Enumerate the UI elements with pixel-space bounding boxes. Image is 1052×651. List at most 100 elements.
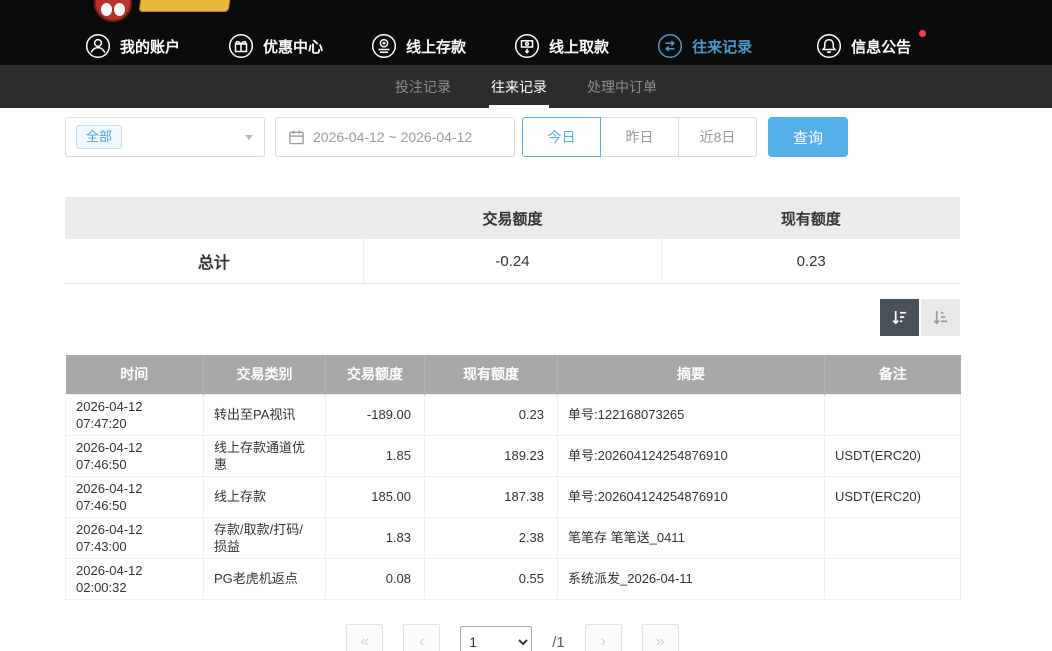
time-cell: 2026-04-12 07:43:00 — [66, 517, 204, 558]
amount-cell: 185.00 — [326, 476, 425, 517]
category-cell: 存款/取款/打码/损益 — [204, 517, 326, 558]
records-table-head: 时间 交易类别 交易额度 现有额度 摘要 备注 — [66, 355, 961, 394]
brand-logo[interactable] — [94, 0, 244, 26]
last-8-days-button[interactable]: 近8日 — [678, 117, 757, 157]
summary-cell: 系统派发_2026-04-11 — [558, 558, 825, 599]
category-cell: 转出至PA视讯 — [204, 394, 326, 435]
table-row: 2026-04-12 02:00:32 PG老虎机返点 0.08 0.55 系统… — [66, 558, 961, 599]
sort-descending-icon — [890, 308, 909, 327]
quick-label: 近8日 — [700, 127, 736, 147]
top-header: 我的账户 优惠中心 — [0, 0, 1052, 65]
time-cell: 2026-04-12 02:00:32 — [66, 558, 204, 599]
header-row: 时间 交易类别 交易额度 现有额度 摘要 备注 — [66, 355, 961, 394]
table-row: 2026-04-12 07:46:50 线上存款通道优惠 1.85 189.23… — [66, 435, 961, 476]
summary-header-balance: 现有额度 — [662, 208, 960, 229]
nav-label: 线上存款 — [406, 36, 466, 57]
total-pages-label: /1 — [552, 634, 565, 651]
category-cell: PG老虎机返点 — [204, 558, 326, 599]
time-cell: 2026-04-12 07:46:50 — [66, 476, 204, 517]
nav-label: 优惠中心 — [263, 36, 323, 57]
filter-bar: 全部 2026-04-12 ~ 2026-04-12 今日 — [65, 117, 960, 157]
tab-transfer-records[interactable]: 往来记录 — [489, 65, 549, 108]
header-cell-balance: 现有额度 — [425, 355, 558, 394]
table-row: 2026-04-12 07:46:50 线上存款 185.00 187.38 单… — [66, 476, 961, 517]
summary-total-row: 总计 -0.24 0.23 — [65, 239, 960, 284]
nav-item-my-account[interactable]: 我的账户 — [85, 29, 180, 63]
transfer-records-icon — [657, 33, 683, 59]
remark-cell — [825, 394, 961, 435]
header-cell-remark: 备注 — [825, 355, 961, 394]
header-cell-category: 交易类别 — [204, 355, 326, 394]
total-transaction-value: -0.24 — [363, 239, 662, 283]
balance-cell: 0.55 — [425, 558, 558, 599]
brand-wordmark — [139, 0, 232, 12]
nav-label: 信息公告 — [851, 36, 911, 57]
summary-table: 交易额度 现有额度 总计 -0.24 0.23 — [65, 197, 960, 284]
nav-item-online-deposit[interactable]: 线上存款 — [371, 29, 466, 63]
tab-bet-records[interactable]: 投注记录 — [393, 65, 453, 108]
prev-page-button[interactable]: ‹ — [403, 624, 440, 651]
first-page-button[interactable]: « — [346, 624, 383, 651]
selected-category-chip: 全部 — [76, 125, 122, 149]
table-row: 2026-04-12 07:47:20 转出至PA视讯 -189.00 0.23… — [66, 394, 961, 435]
time-cell: 2026-04-12 07:46:50 — [66, 435, 204, 476]
tab-processing-orders[interactable]: 处理中订单 — [585, 65, 659, 108]
pagination: « ‹ 1 /1 › » — [65, 624, 960, 651]
quick-label: 今日 — [548, 127, 576, 147]
quick-label: 昨日 — [626, 127, 654, 147]
header-cell-amount: 交易额度 — [326, 355, 425, 394]
records-table: 时间 交易类别 交易额度 现有额度 摘要 备注 2026-04-12 07:47… — [65, 355, 961, 600]
header-cell-time: 时间 — [66, 355, 204, 394]
balance-cell: 187.38 — [425, 476, 558, 517]
tab-label: 投注记录 — [395, 77, 451, 97]
nav-label: 往来记录 — [692, 36, 752, 57]
today-button[interactable]: 今日 — [522, 117, 601, 157]
records-table-body: 2026-04-12 07:47:20 转出至PA视讯 -189.00 0.23… — [66, 394, 961, 599]
tab-label: 处理中订单 — [587, 77, 657, 97]
date-range-picker[interactable]: 2026-04-12 ~ 2026-04-12 — [275, 117, 515, 157]
gift-icon — [228, 33, 254, 59]
balance-cell: 189.23 — [425, 435, 558, 476]
total-balance-value: 0.23 — [661, 239, 960, 283]
nav-item-online-withdrawal[interactable]: 线上取款 — [514, 29, 609, 63]
transaction-records-page: 我的账户 优惠中心 — [0, 0, 1052, 651]
time-cell: 2026-04-12 07:47:20 — [66, 394, 204, 435]
category-select[interactable]: 全部 — [65, 117, 265, 157]
page-select[interactable]: 1 — [460, 626, 532, 651]
summary-cell: 单号:202604124254876910 — [558, 435, 825, 476]
withdraw-icon — [514, 33, 540, 59]
main-nav: 我的账户 优惠中心 — [85, 29, 911, 63]
summary-header-transaction: 交易额度 — [363, 208, 661, 229]
quick-range-group: 今日 昨日 近8日 — [522, 117, 757, 157]
nav-item-announcements[interactable]: 信息公告 — [816, 29, 911, 63]
sort-ascending-button[interactable] — [921, 299, 960, 336]
nav-item-promo-center[interactable]: 优惠中心 — [228, 29, 323, 63]
sort-descending-button[interactable] — [880, 299, 919, 336]
last-page-button[interactable]: » — [642, 624, 679, 651]
date-range-value: 2026-04-12 ~ 2026-04-12 — [313, 129, 472, 145]
chevron-down-icon — [245, 135, 253, 140]
yesterday-button[interactable]: 昨日 — [600, 117, 679, 157]
nav-label: 我的账户 — [120, 36, 180, 57]
amount-cell: 0.08 — [326, 558, 425, 599]
remark-cell — [825, 558, 961, 599]
summary-cell: 笔笔存 笔笔送_0411 — [558, 517, 825, 558]
balance-cell: 0.23 — [425, 394, 558, 435]
user-icon — [85, 33, 111, 59]
search-button[interactable]: 查询 — [768, 117, 848, 157]
summary-cell: 单号:202604124254876910 — [558, 476, 825, 517]
category-cell: 线上存款通道优惠 — [204, 435, 326, 476]
table-row: 2026-04-12 07:43:00 存款/取款/打码/损益 1.83 2.3… — [66, 517, 961, 558]
sort-ascending-icon — [931, 308, 950, 327]
remark-cell: USDT(ERC20) — [825, 435, 961, 476]
notification-dot — [919, 30, 926, 37]
nav-item-transfer-records[interactable]: 往来记录 — [657, 29, 752, 63]
next-page-button[interactable]: › — [585, 624, 622, 651]
amount-cell: 1.85 — [326, 435, 425, 476]
mascot-icon — [94, 0, 132, 22]
main-content: 全部 2026-04-12 ~ 2026-04-12 今日 — [65, 117, 960, 651]
records-subnav: 投注记录 往来记录 处理中订单 — [0, 65, 1052, 108]
remark-cell — [825, 517, 961, 558]
remark-cell: USDT(ERC20) — [825, 476, 961, 517]
announcement-icon — [816, 33, 842, 59]
